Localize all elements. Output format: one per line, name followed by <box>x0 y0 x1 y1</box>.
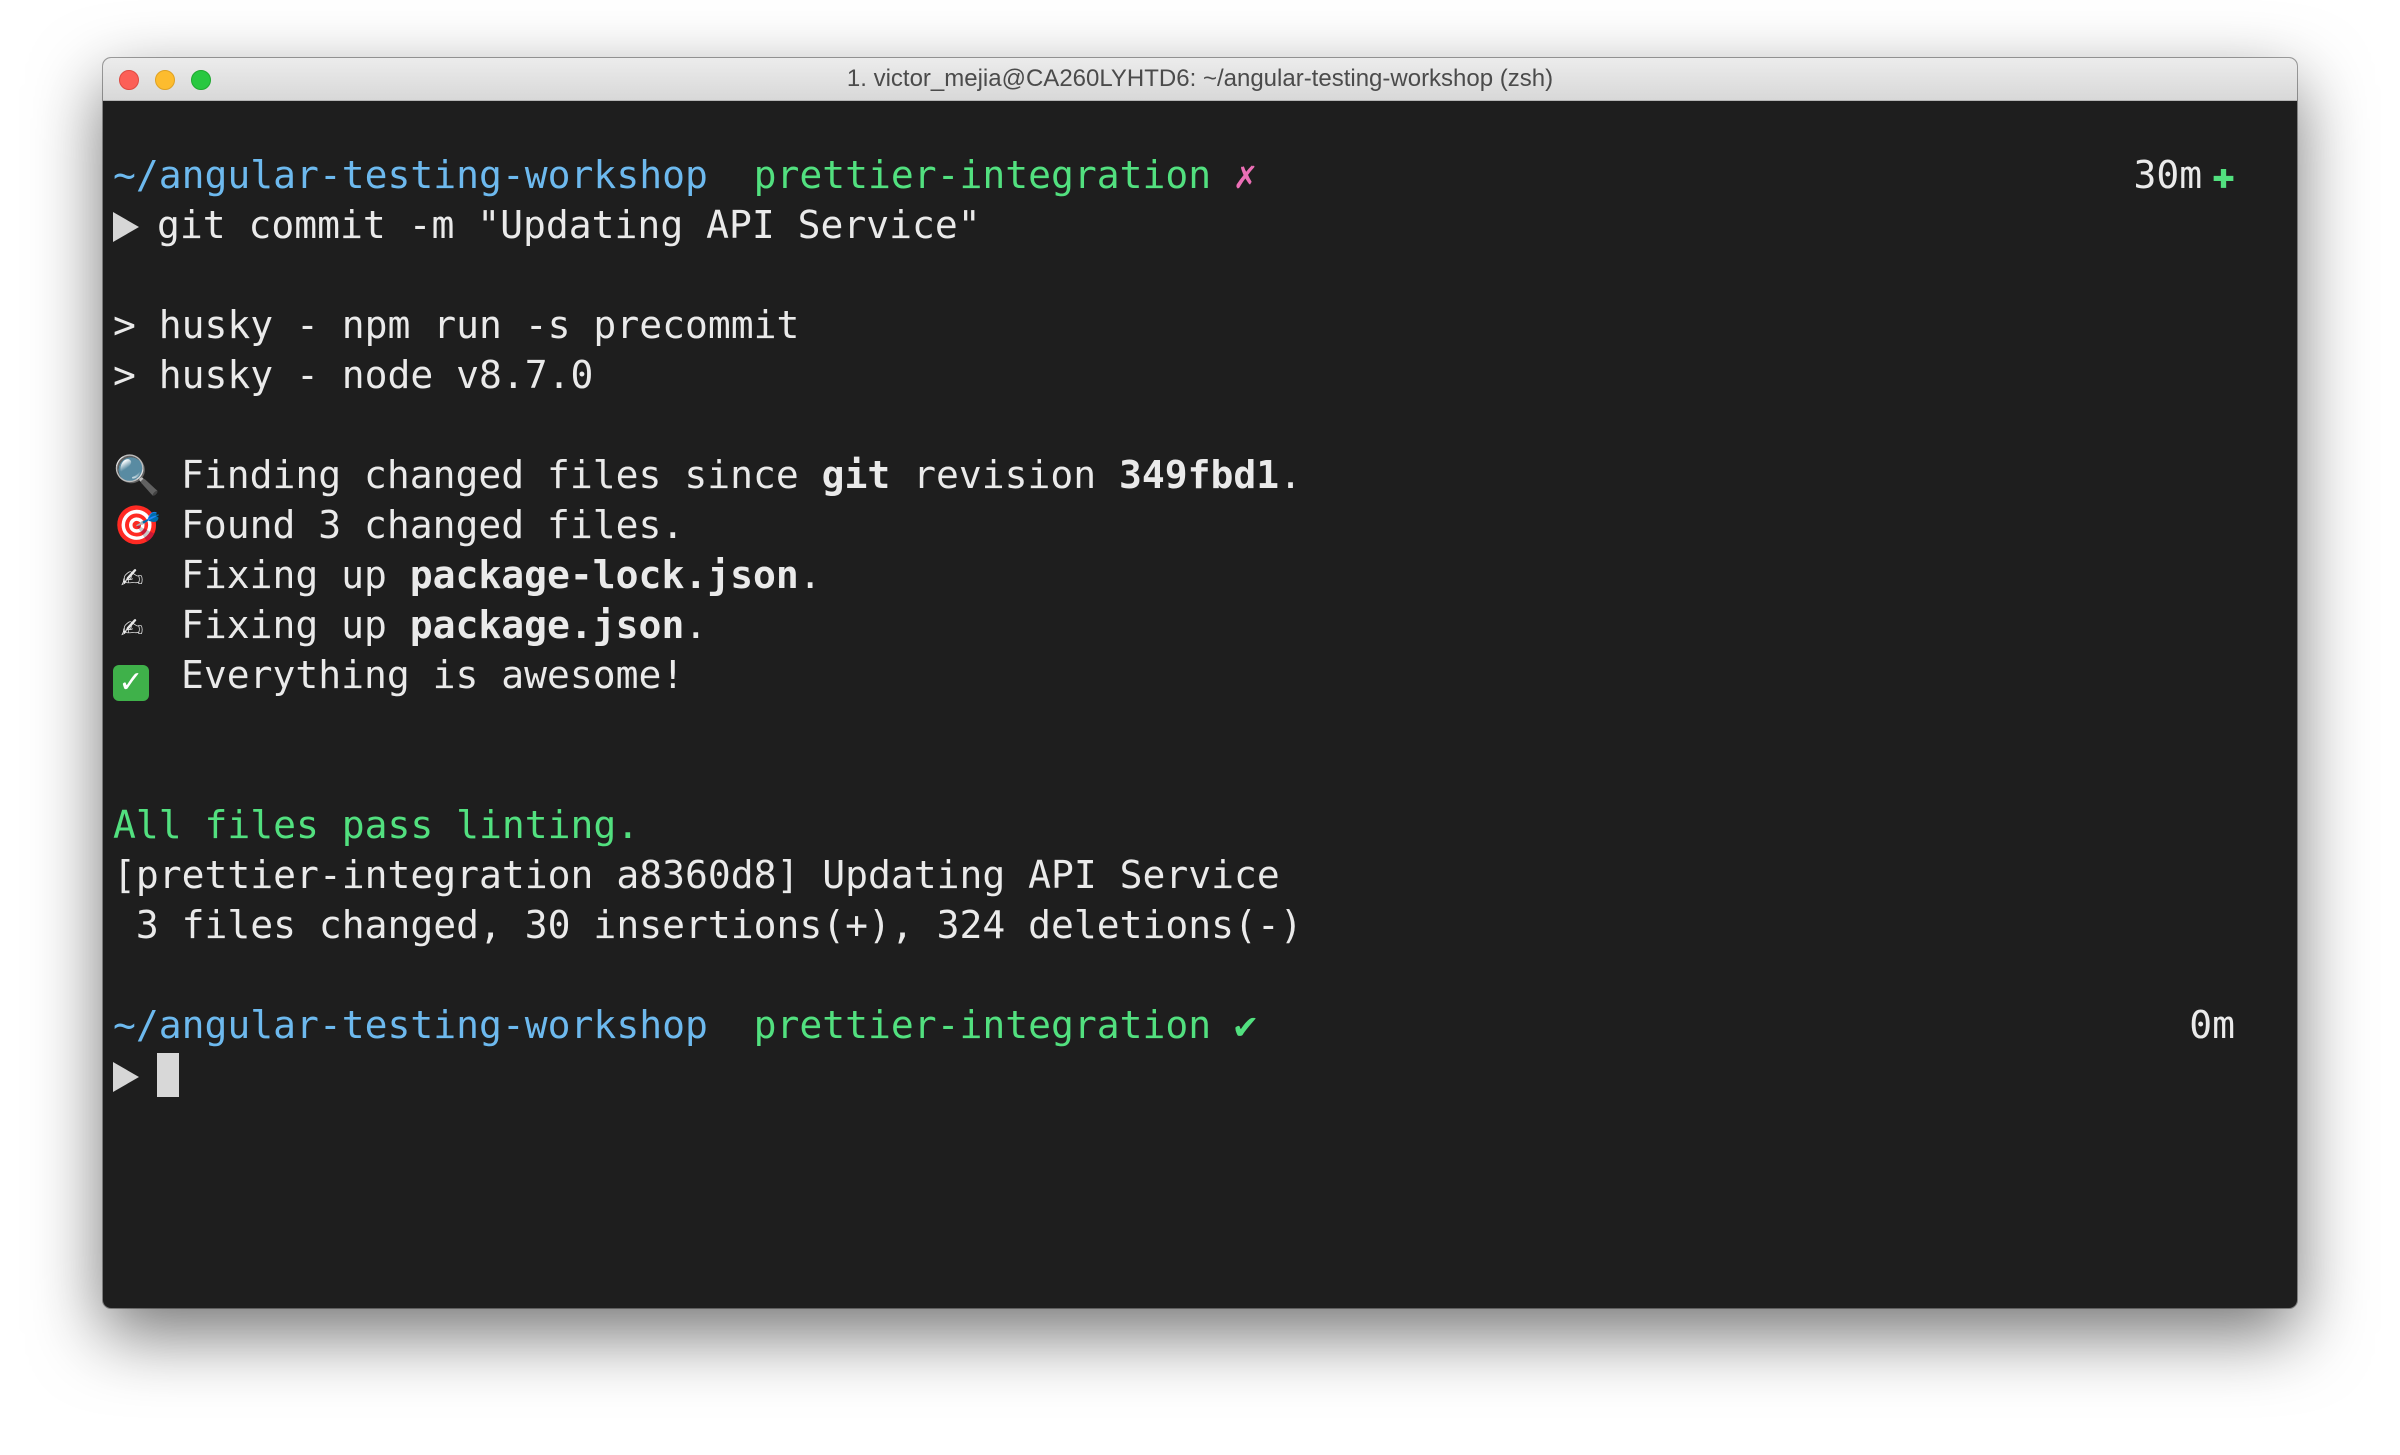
target-icon: 🎯 <box>113 503 161 547</box>
finding-text-end: . <box>1279 453 1303 497</box>
clean-status-icon: ✔ <box>1234 1003 1257 1047</box>
elapsed-time: 30m ✚ <box>2133 150 2235 200</box>
elapsed-value: 30m <box>2133 153 2203 197</box>
dirty-status-icon: ✗ <box>1234 153 1257 197</box>
writing-hand-icon: ✍ <box>120 603 144 647</box>
elapsed-time: 0m <box>2189 1000 2235 1050</box>
changes-summary: 3 files changed, 30 insertions(+), 324 d… <box>113 903 1303 947</box>
prompt-arrow-icon <box>113 212 139 242</box>
fixing-dot: . <box>798 553 822 597</box>
husky-line: > husky - npm run -s precommit <box>113 303 800 347</box>
fixing-line: ✍ Fixing up package.json. <box>113 600 2297 650</box>
prompt-line: ~/angular-testing-workshop prettier-inte… <box>113 1000 2297 1050</box>
writing-hand-icon: ✍ <box>120 553 144 597</box>
window-title: 1. victor_mejia@CA260LYHTD6: ~/angular-t… <box>846 65 1554 92</box>
fixing-line: ✍ Fixing up package-lock.json. <box>113 550 2297 600</box>
magnifier-icon: 🔍 <box>113 453 161 497</box>
prompt-path: ~/angular-testing-workshop <box>113 153 708 197</box>
lint-result: All files pass linting. <box>113 803 640 847</box>
found-text: Found 3 changed files. <box>181 503 685 547</box>
file-name: package.json <box>409 603 685 647</box>
finding-text-mid: revision <box>890 453 1120 497</box>
prompt-path: ~/angular-testing-workshop <box>113 1003 708 1047</box>
input-line[interactable] <box>113 1050 2297 1100</box>
prompt-arrow-icon <box>113 1062 139 1092</box>
finding-line: 🔍 Finding changed files since git revisio… <box>113 450 2297 500</box>
prompt-branch: prettier-integration <box>753 1003 1212 1047</box>
finding-text: Finding changed files since <box>181 453 822 497</box>
check-mark-icon: ✓ <box>113 665 149 701</box>
awesome-text: Everything is awesome! <box>181 653 685 697</box>
command-text: git commit -m "Updating API Service" <box>157 203 981 247</box>
fixing-text: Fixing up <box>181 603 410 647</box>
prompt-line: ~/angular-testing-workshop prettier-inte… <box>113 150 2297 200</box>
command-line: git commit -m "Updating API Service" <box>113 200 2297 250</box>
awesome-line: ✓ Everything is awesome! <box>113 650 2297 701</box>
finding-git: git <box>821 453 891 497</box>
revision-hash: 349fbd1 <box>1119 453 1280 497</box>
prompt-branch: prettier-integration <box>753 153 1212 197</box>
found-line: 🎯 Found 3 changed files. <box>113 500 2297 550</box>
file-name: package-lock.json <box>409 553 799 597</box>
fixing-dot: . <box>684 603 708 647</box>
elapsed-value: 0m <box>2189 1003 2235 1047</box>
terminal-window: 1. victor_mejia@CA260LYHTD6: ~/angular-t… <box>103 58 2297 1308</box>
husky-line: > husky - node v8.7.0 <box>113 353 594 397</box>
fixing-text: Fixing up <box>181 553 410 597</box>
terminal-output[interactable]: ~/angular-testing-workshop prettier-inte… <box>113 150 2297 1308</box>
plus-icon: ✚ <box>2212 153 2235 197</box>
text-cursor[interactable] <box>157 1053 179 1097</box>
commit-summary: [prettier-integration a8360d8] Updating … <box>113 853 1280 897</box>
title-bar[interactable]: 1. victor_mejia@CA260LYHTD6: ~/angular-t… <box>103 58 2297 101</box>
